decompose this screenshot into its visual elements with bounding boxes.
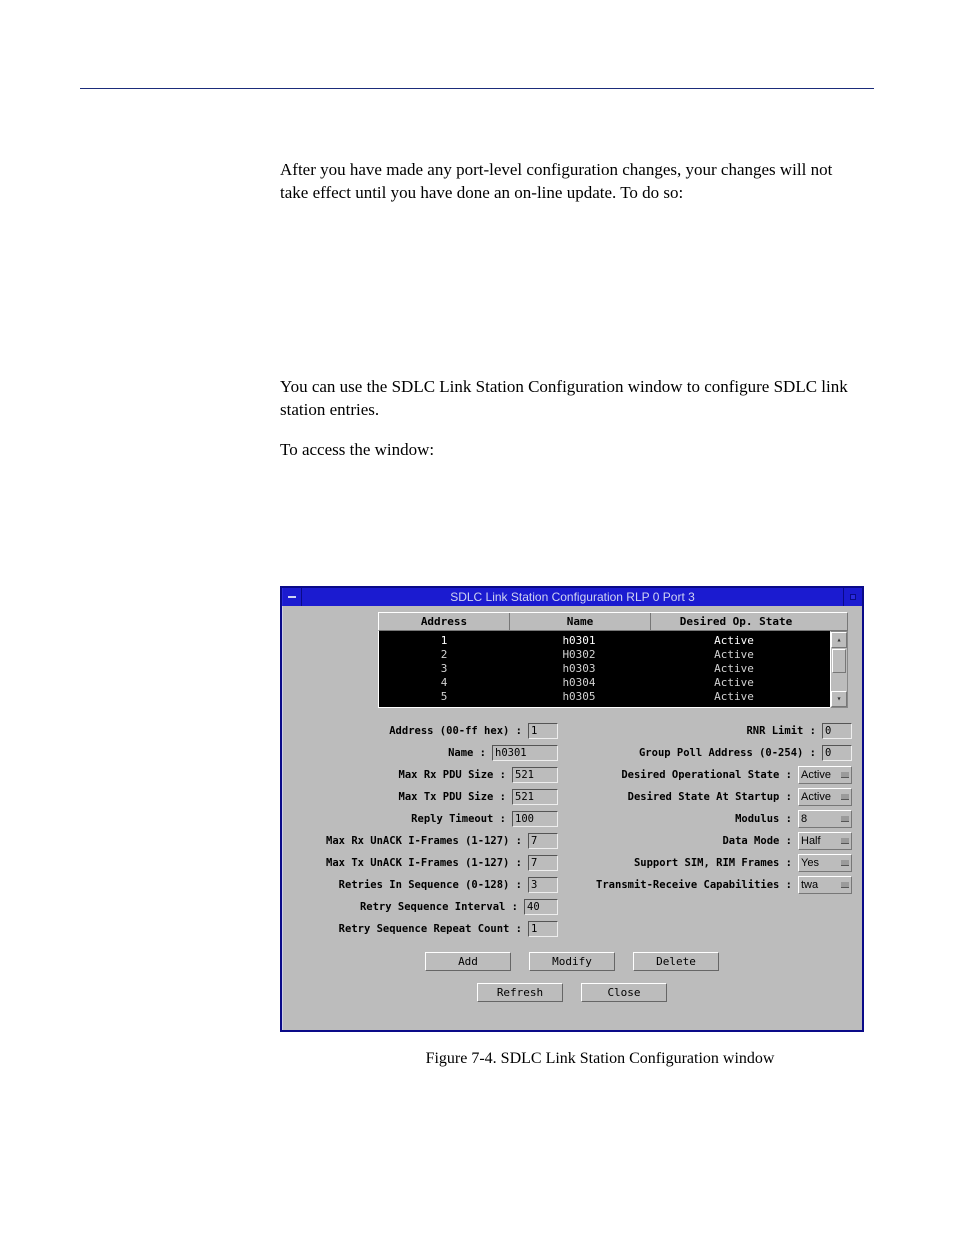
col-name: Name <box>510 613 651 630</box>
text-input[interactable] <box>512 811 558 827</box>
titlebar[interactable]: SDLC Link Station Configuration RLP 0 Po… <box>282 588 862 606</box>
document-page: After you have made any port-level confi… <box>0 0 954 1128</box>
scroll-down-icon[interactable]: ▾ <box>831 691 847 707</box>
figure-caption: Figure 7-4. SDLC Link Station Configurat… <box>340 1050 860 1068</box>
table-row[interactable]: 1h0301Active <box>379 634 830 648</box>
chevron-down-icon <box>841 838 849 844</box>
close-button[interactable]: Close <box>581 983 667 1002</box>
field-label: Group Poll Address (0-254) : <box>639 747 816 759</box>
button-row-1: Add Modify Delete <box>288 952 856 971</box>
col-state: Desired Op. State <box>651 613 821 630</box>
field-label: Retry Sequence Interval : <box>360 901 518 913</box>
text-input[interactable] <box>528 833 558 849</box>
field-label: Reply Timeout : <box>411 813 506 825</box>
text-input[interactable] <box>512 767 558 783</box>
field-label: Name : <box>448 747 486 759</box>
text-input[interactable] <box>524 899 558 915</box>
scroll-thumb[interactable] <box>832 649 846 673</box>
list-header: Address Name Desired Op. State <box>378 612 848 631</box>
field-label: Max Rx UnACK I-Frames (1-127) : <box>326 835 522 847</box>
field-label: RNR Limit : <box>746 725 816 737</box>
field-label: Transmit-Receive Capabilities : <box>596 879 792 891</box>
field-label: Address (00-ff hex) : <box>389 725 522 737</box>
button-row-2: Refresh Close <box>288 983 856 1002</box>
table-row[interactable]: 4h0304Active <box>379 676 830 690</box>
paragraph: To access the window: <box>280 439 864 462</box>
list-rows[interactable]: 1h0301Active2H0302Active3h0303Active4h03… <box>378 631 830 708</box>
paragraph: You can use the SDLC Link Station Config… <box>280 376 864 422</box>
field-label: Max Rx PDU Size : <box>399 769 506 781</box>
window-resize-icon[interactable] <box>843 588 862 606</box>
header-rule <box>80 88 874 89</box>
station-list: Address Name Desired Op. State 1h0301Act… <box>378 612 848 708</box>
option-menu[interactable]: Yes <box>798 854 852 872</box>
field-label: Modulus : <box>735 813 792 825</box>
field-label: Desired State At Startup : <box>628 791 792 803</box>
text-input[interactable] <box>822 745 852 761</box>
scroll-up-icon[interactable]: ▴ <box>831 632 847 648</box>
field-label: Max Tx UnACK I-Frames (1-127) : <box>326 857 522 869</box>
text-input[interactable] <box>822 723 852 739</box>
form-left-column: Address (00-ff hex) : Name : Max Rx PDU Si… <box>292 720 558 940</box>
field-label: Max Tx PDU Size : <box>399 791 506 803</box>
chevron-down-icon <box>841 882 849 888</box>
chevron-down-icon <box>841 816 849 822</box>
text-input[interactable] <box>528 877 558 893</box>
scrollbar[interactable]: ▴ ▾ <box>830 631 848 708</box>
modify-button[interactable]: Modify <box>529 952 615 971</box>
chevron-down-icon <box>841 772 849 778</box>
sdlc-config-window: SDLC Link Station Configuration RLP 0 Po… <box>280 586 864 1032</box>
paragraph: After you have made any port-level confi… <box>280 159 864 205</box>
text-input[interactable] <box>528 855 558 871</box>
chevron-down-icon <box>841 860 849 866</box>
form-right-column: RNR Limit : Group Poll Address (0-254) : D… <box>586 720 852 940</box>
refresh-button[interactable]: Refresh <box>477 983 563 1002</box>
field-label: Support SIM, RIM Frames : <box>634 857 792 869</box>
text-input[interactable] <box>512 789 558 805</box>
table-row[interactable]: 2H0302Active <box>379 648 830 662</box>
option-menu[interactable]: Half <box>798 832 852 850</box>
field-label: Data Mode : <box>722 835 792 847</box>
chevron-down-icon <box>841 794 849 800</box>
text-input[interactable] <box>492 745 558 761</box>
text-input[interactable] <box>528 723 558 739</box>
option-menu[interactable]: Active <box>798 766 852 784</box>
add-button[interactable]: Add <box>425 952 511 971</box>
window-title: SDLC Link Station Configuration RLP 0 Po… <box>302 588 843 606</box>
option-menu[interactable]: Active <box>798 788 852 806</box>
table-row[interactable]: 3h0303Active <box>379 662 830 676</box>
table-row[interactable]: 5h0305Active <box>379 690 830 704</box>
window-menu-icon[interactable] <box>282 588 302 606</box>
field-label: Retry Sequence Repeat Count : <box>339 923 522 935</box>
col-address: Address <box>379 613 510 630</box>
delete-button[interactable]: Delete <box>633 952 719 971</box>
field-label: Desired Operational State : <box>621 769 792 781</box>
field-label: Retries In Sequence (0-128) : <box>339 879 522 891</box>
text-input[interactable] <box>528 921 558 937</box>
option-menu[interactable]: twa <box>798 876 852 894</box>
option-menu[interactable]: 8 <box>798 810 852 828</box>
